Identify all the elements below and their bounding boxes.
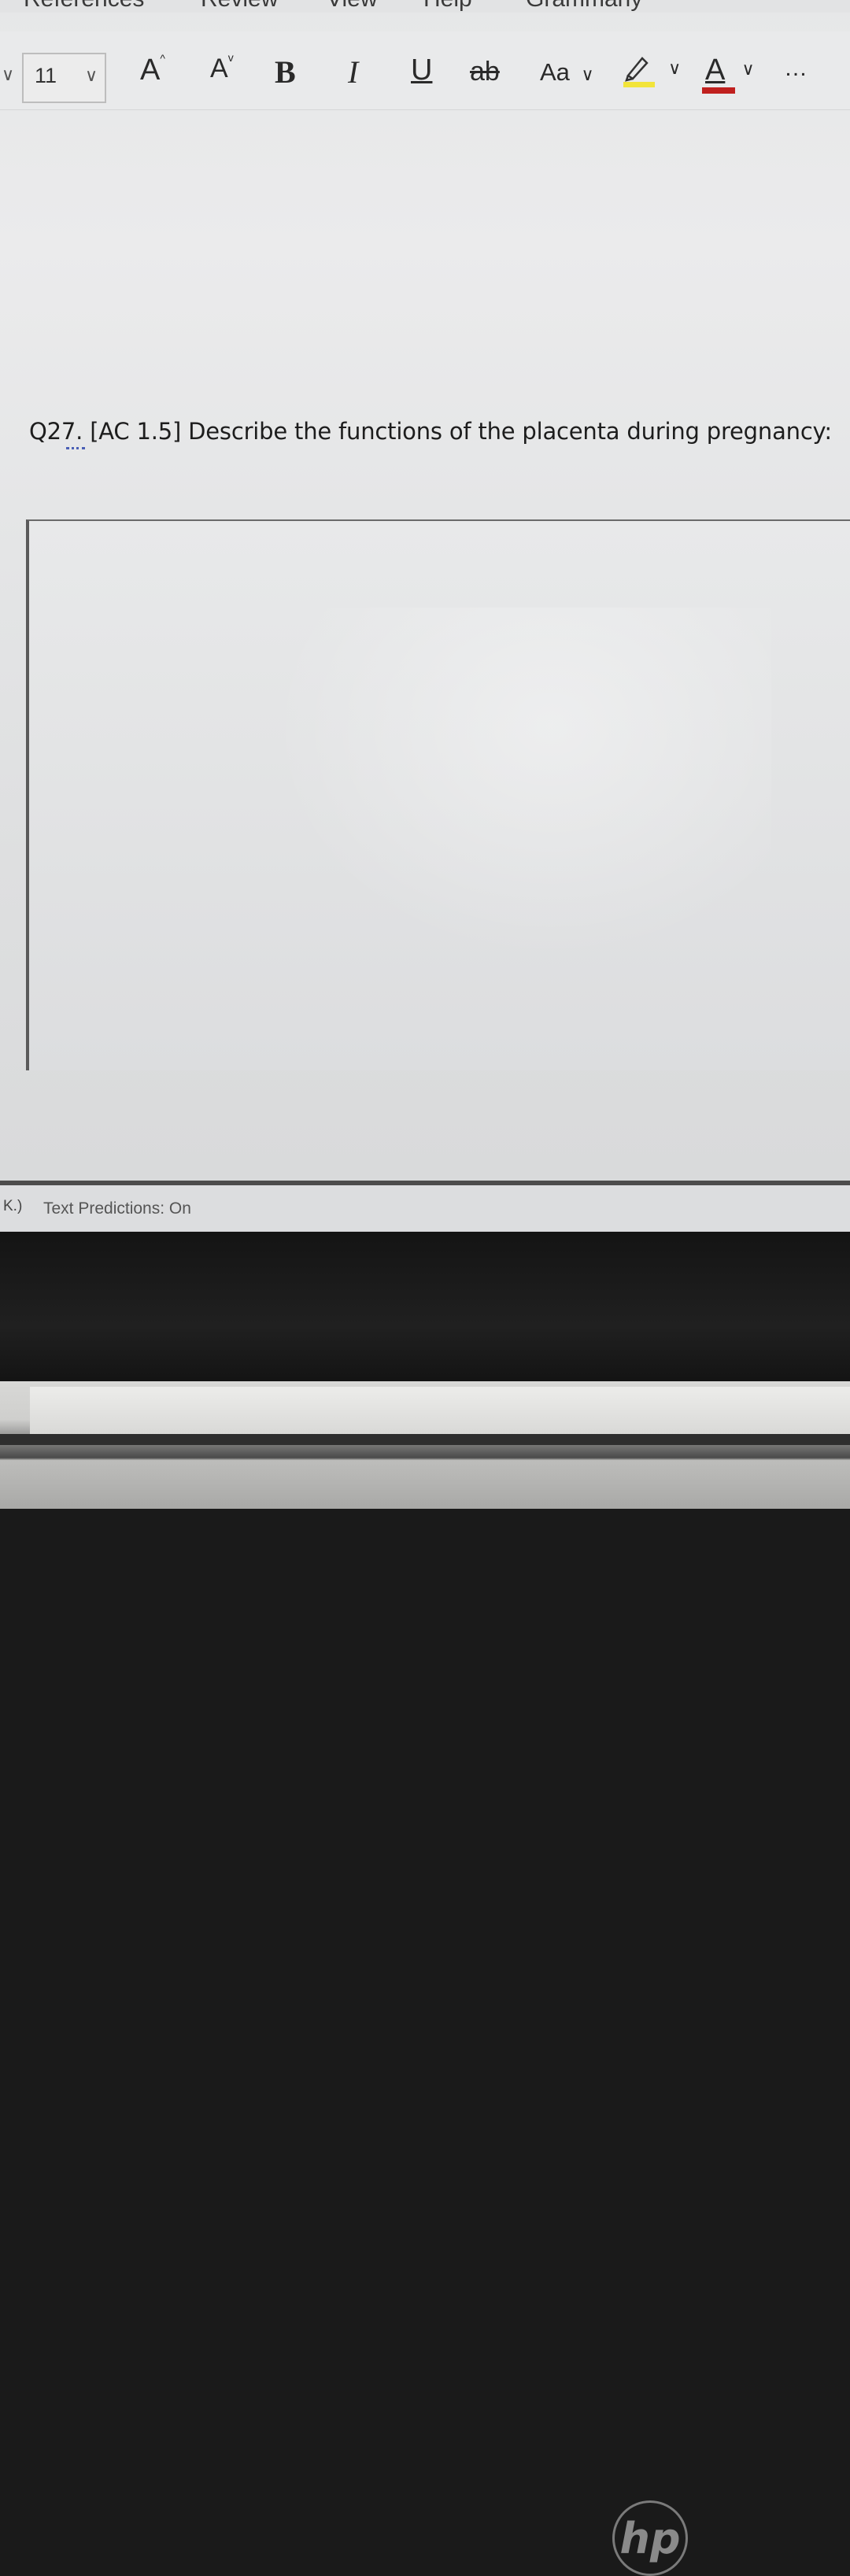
laptop-base-highlight — [30, 1387, 850, 1434]
strikethrough-icon: ab — [470, 57, 500, 87]
font-color-button[interactable]: A ∨ — [702, 52, 755, 94]
logo-text: hp — [619, 2513, 681, 2563]
highlight-color-button[interactable]: ∨ — [622, 52, 681, 96]
laptop-hinge-edge — [0, 1434, 850, 1445]
tab-review[interactable]: Review — [201, 0, 278, 13]
font-name-chevron-icon[interactable]: ∨ — [2, 65, 14, 85]
grow-font-icon: A — [140, 54, 161, 87]
underline-icon: U — [411, 54, 433, 87]
italic-icon: I — [348, 54, 359, 90]
question-line: Q27. [AC 1.5] Describe the functions of … — [29, 418, 832, 445]
status-bar: K.) Text Predictions: On — [0, 1181, 850, 1232]
more-options-button[interactable]: … — [784, 55, 809, 82]
screen-glare — [220, 608, 771, 1001]
grammar-underline — [66, 446, 85, 449]
document-canvas[interactable]: Q27. [AC 1.5] Describe the functions of … — [0, 112, 850, 1190]
tab-grammarly[interactable]: Grammarly — [526, 0, 642, 13]
font-color-icon: A — [702, 54, 735, 94]
laptop-screen: References Review View Help Grammarly ∨ … — [0, 0, 850, 1232]
tab-view[interactable]: View — [327, 0, 377, 13]
question-text: [AC 1.5] Describe the functions of the p… — [90, 418, 832, 445]
shrink-font-icon: A — [210, 54, 228, 83]
font-color-swatch — [702, 87, 735, 94]
bold-icon: B — [275, 54, 296, 90]
ribbon-tab-strip: References Review View Help Grammarly — [0, 0, 850, 13]
chevron-down-icon: ∨ — [741, 59, 755, 79]
chevron-down-icon: ∨ — [668, 58, 682, 78]
bold-button[interactable]: B — [275, 54, 296, 91]
change-case-icon: Aa — [540, 58, 570, 86]
chevron-down-icon: ∨ — [85, 65, 98, 85]
more-icon: … — [784, 55, 809, 81]
tab-references[interactable]: References — [24, 0, 144, 13]
formatting-toolbar: ∨ 11 ∨ A^ Av B I U ab Aa ∨ ∨ A ∨ … — [0, 31, 850, 110]
change-case-button[interactable]: Aa ∨ — [540, 58, 594, 87]
laptop-bezel: hp — [0, 1232, 850, 2576]
font-size-value: 11 — [35, 64, 57, 87]
chevron-down-icon: ∨ — [581, 65, 594, 84]
grow-font-button[interactable]: A^ — [140, 52, 165, 87]
question-number: Q27. — [29, 418, 83, 445]
font-size-dropdown[interactable]: 11 ∨ — [22, 53, 106, 103]
status-fragment: K.) — [3, 1198, 23, 1214]
shrink-font-button[interactable]: Av — [210, 51, 234, 84]
italic-button[interactable]: I — [348, 54, 358, 91]
underline-button[interactable]: U — [411, 54, 432, 87]
hp-logo: hp — [612, 2500, 688, 2576]
highlighter-icon — [623, 57, 655, 87]
tab-help[interactable]: Help — [423, 0, 472, 13]
strikethrough-button[interactable]: ab — [470, 57, 500, 87]
text-predictions-status[interactable]: Text Predictions: On — [43, 1199, 191, 1218]
